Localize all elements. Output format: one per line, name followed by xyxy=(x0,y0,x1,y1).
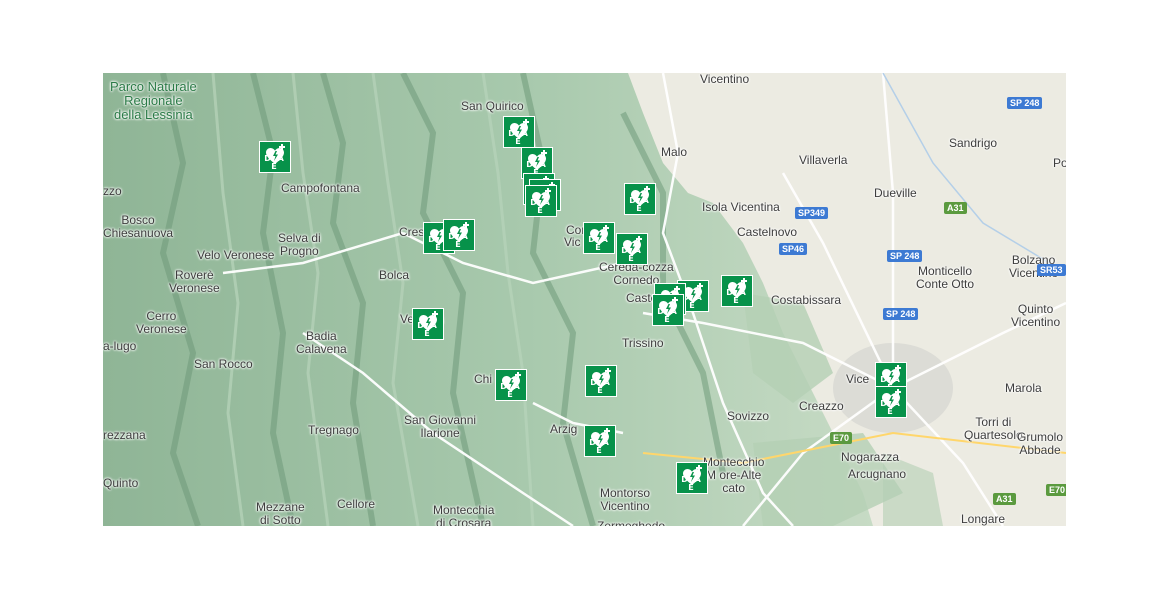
place-label-monticello: Monticello Conte Otto xyxy=(916,264,975,291)
aed-marker-label: D A E xyxy=(530,198,552,215)
place-label-san-rocco: San Rocco xyxy=(194,357,253,371)
place-label-po: Po xyxy=(1053,156,1066,170)
place-label-zzo: zzo xyxy=(103,184,122,198)
aed-marker[interactable]: D A E xyxy=(616,233,648,265)
place-label-cres: Cres xyxy=(399,225,425,239)
road-shield-sr53: SR53 xyxy=(1037,264,1066,276)
place-label-rovere: Roverè Veronese xyxy=(169,268,220,295)
place-label-creazzo: Creazzo xyxy=(799,399,844,413)
aed-marker-label: D A E xyxy=(589,438,611,455)
aed-marker-label: D A E xyxy=(448,232,470,249)
place-label-chi: Chi xyxy=(474,372,493,386)
place-label-cellore: Cellore xyxy=(337,497,376,511)
aed-marker[interactable]: D A E xyxy=(584,425,616,457)
aed-marker[interactable]: D A E xyxy=(583,222,615,254)
road-shield-sp46: SP46 xyxy=(779,243,808,255)
road-shield-e70-b: E70 xyxy=(1046,484,1066,496)
aed-marker[interactable]: D A E xyxy=(503,116,535,148)
place-label-badia: Badia Calavena xyxy=(296,329,347,356)
place-label-torri: Torri di Quartesolo xyxy=(964,415,1023,442)
place-label-arzig: Arzig xyxy=(550,422,578,436)
place-label-mezzane: Mezzane di Sotto xyxy=(256,500,305,527)
place-label-grumolo: Grumolo Abbade xyxy=(1017,430,1064,457)
place-label-sandrigo: Sandrigo xyxy=(949,136,998,150)
place-label-longare: Longare xyxy=(961,512,1006,526)
road-shield-sp248-a: SP 248 xyxy=(1007,97,1043,109)
place-label-quinto-vicentino: Quinto Vicentino xyxy=(1011,302,1061,329)
place-label-parco: Parco Naturale Regionale della Lessinia xyxy=(110,79,197,122)
place-label-montecchia: Montecchia di Crosara xyxy=(433,503,495,527)
place-label-campofontana: Campofontana xyxy=(281,181,360,195)
aed-marker-label: D A E xyxy=(621,246,643,263)
place-label-bosco-chiesanuova: Bosco Chiesanuova xyxy=(103,213,174,240)
aed-marker[interactable]: D A E xyxy=(721,275,753,307)
place-label-sovizzo: Sovizzo xyxy=(727,409,770,423)
road-shield-sp248-b: SP 248 xyxy=(887,250,923,262)
aed-marker-label: D A E xyxy=(880,399,902,416)
place-label-costabissara: Costabissara xyxy=(771,293,842,307)
aed-marker[interactable]: D A E xyxy=(495,369,527,401)
place-label-trissino: Trissino xyxy=(622,336,664,350)
aed-marker-label: D A E xyxy=(726,288,748,305)
aed-marker-label: D A E xyxy=(657,307,679,324)
place-label-marola: Marola xyxy=(1005,381,1042,395)
place-label-malo: Malo xyxy=(661,145,688,159)
terrain-base xyxy=(103,73,1066,526)
road-shield-sp248-c: SP 248 xyxy=(883,308,919,320)
aed-marker-label: D A E xyxy=(417,321,439,338)
place-label-vic: Vic xyxy=(564,235,581,249)
place-label-quinto: Quinto xyxy=(103,476,139,490)
place-label-dueville: Dueville xyxy=(874,186,917,200)
map-view[interactable]: Parco Naturale Regionale della Lessinia Vic… xyxy=(103,73,1066,526)
place-label-a-lugo: a-lugo xyxy=(103,339,137,353)
place-label-san-quirico: San Quirico xyxy=(461,99,524,113)
aed-marker-label: D A E xyxy=(588,235,610,252)
place-label-villaverla: Villaverla xyxy=(799,153,848,167)
aed-marker-label: D A E xyxy=(264,154,286,171)
place-label-montorso: Montorso Vicentino xyxy=(600,486,651,513)
aed-marker[interactable]: D A E xyxy=(676,462,708,494)
place-label-montecchio: Montecchio M ore-Alte cato xyxy=(703,455,765,495)
aed-marker[interactable]: D A E xyxy=(624,183,656,215)
road-shield-e70-a: E70 xyxy=(830,432,853,444)
aed-marker[interactable]: D A E xyxy=(875,386,907,418)
road-shield-a31-b: A31 xyxy=(993,493,1016,505)
place-label-cerro: Cerro Veronese xyxy=(136,309,187,336)
aed-marker-label: D A E xyxy=(500,382,522,399)
place-label-isola-vicentina: Isola Vicentina xyxy=(702,200,780,214)
place-label-zermeghedo: Zermeghedo xyxy=(597,519,666,527)
place-label-tregnago: Tregnago xyxy=(308,423,359,437)
aed-marker-label: D A E xyxy=(681,475,703,492)
road-shield-a31-a: A31 xyxy=(944,202,967,214)
place-label-rezzana: rezzana xyxy=(103,428,146,442)
aed-marker[interactable]: D A E xyxy=(412,308,444,340)
road-shield-sp349: SP349 xyxy=(795,207,829,219)
place-label-vice: Vice xyxy=(846,372,870,386)
place-label-nogarazza: Nogarazza xyxy=(841,450,900,464)
aed-marker[interactable]: D A E xyxy=(585,365,617,397)
aed-marker-label: D A E xyxy=(590,378,612,395)
place-label-arcugnano: Arcugnano xyxy=(848,467,907,481)
place-label-san-giovanni: San Giovanni Ilarione xyxy=(404,413,477,440)
aed-marker[interactable]: D A E xyxy=(652,294,684,326)
place-label-bolca: Bolca xyxy=(379,268,410,282)
aed-marker[interactable]: D A E xyxy=(443,219,475,251)
aed-marker-label: D A E xyxy=(629,196,651,213)
aed-marker[interactable]: D A E xyxy=(525,185,557,217)
place-label-vicentino: Vicentino xyxy=(700,73,750,86)
aed-marker-label: D A E xyxy=(508,129,530,146)
place-label-selva-di-progno: Selva di Progno xyxy=(278,231,321,258)
aed-marker[interactable]: D A E xyxy=(259,141,291,173)
place-label-castelnovo: Castelnovo xyxy=(737,225,798,239)
place-label-velo-veronese: Velo Veronese xyxy=(197,248,275,262)
